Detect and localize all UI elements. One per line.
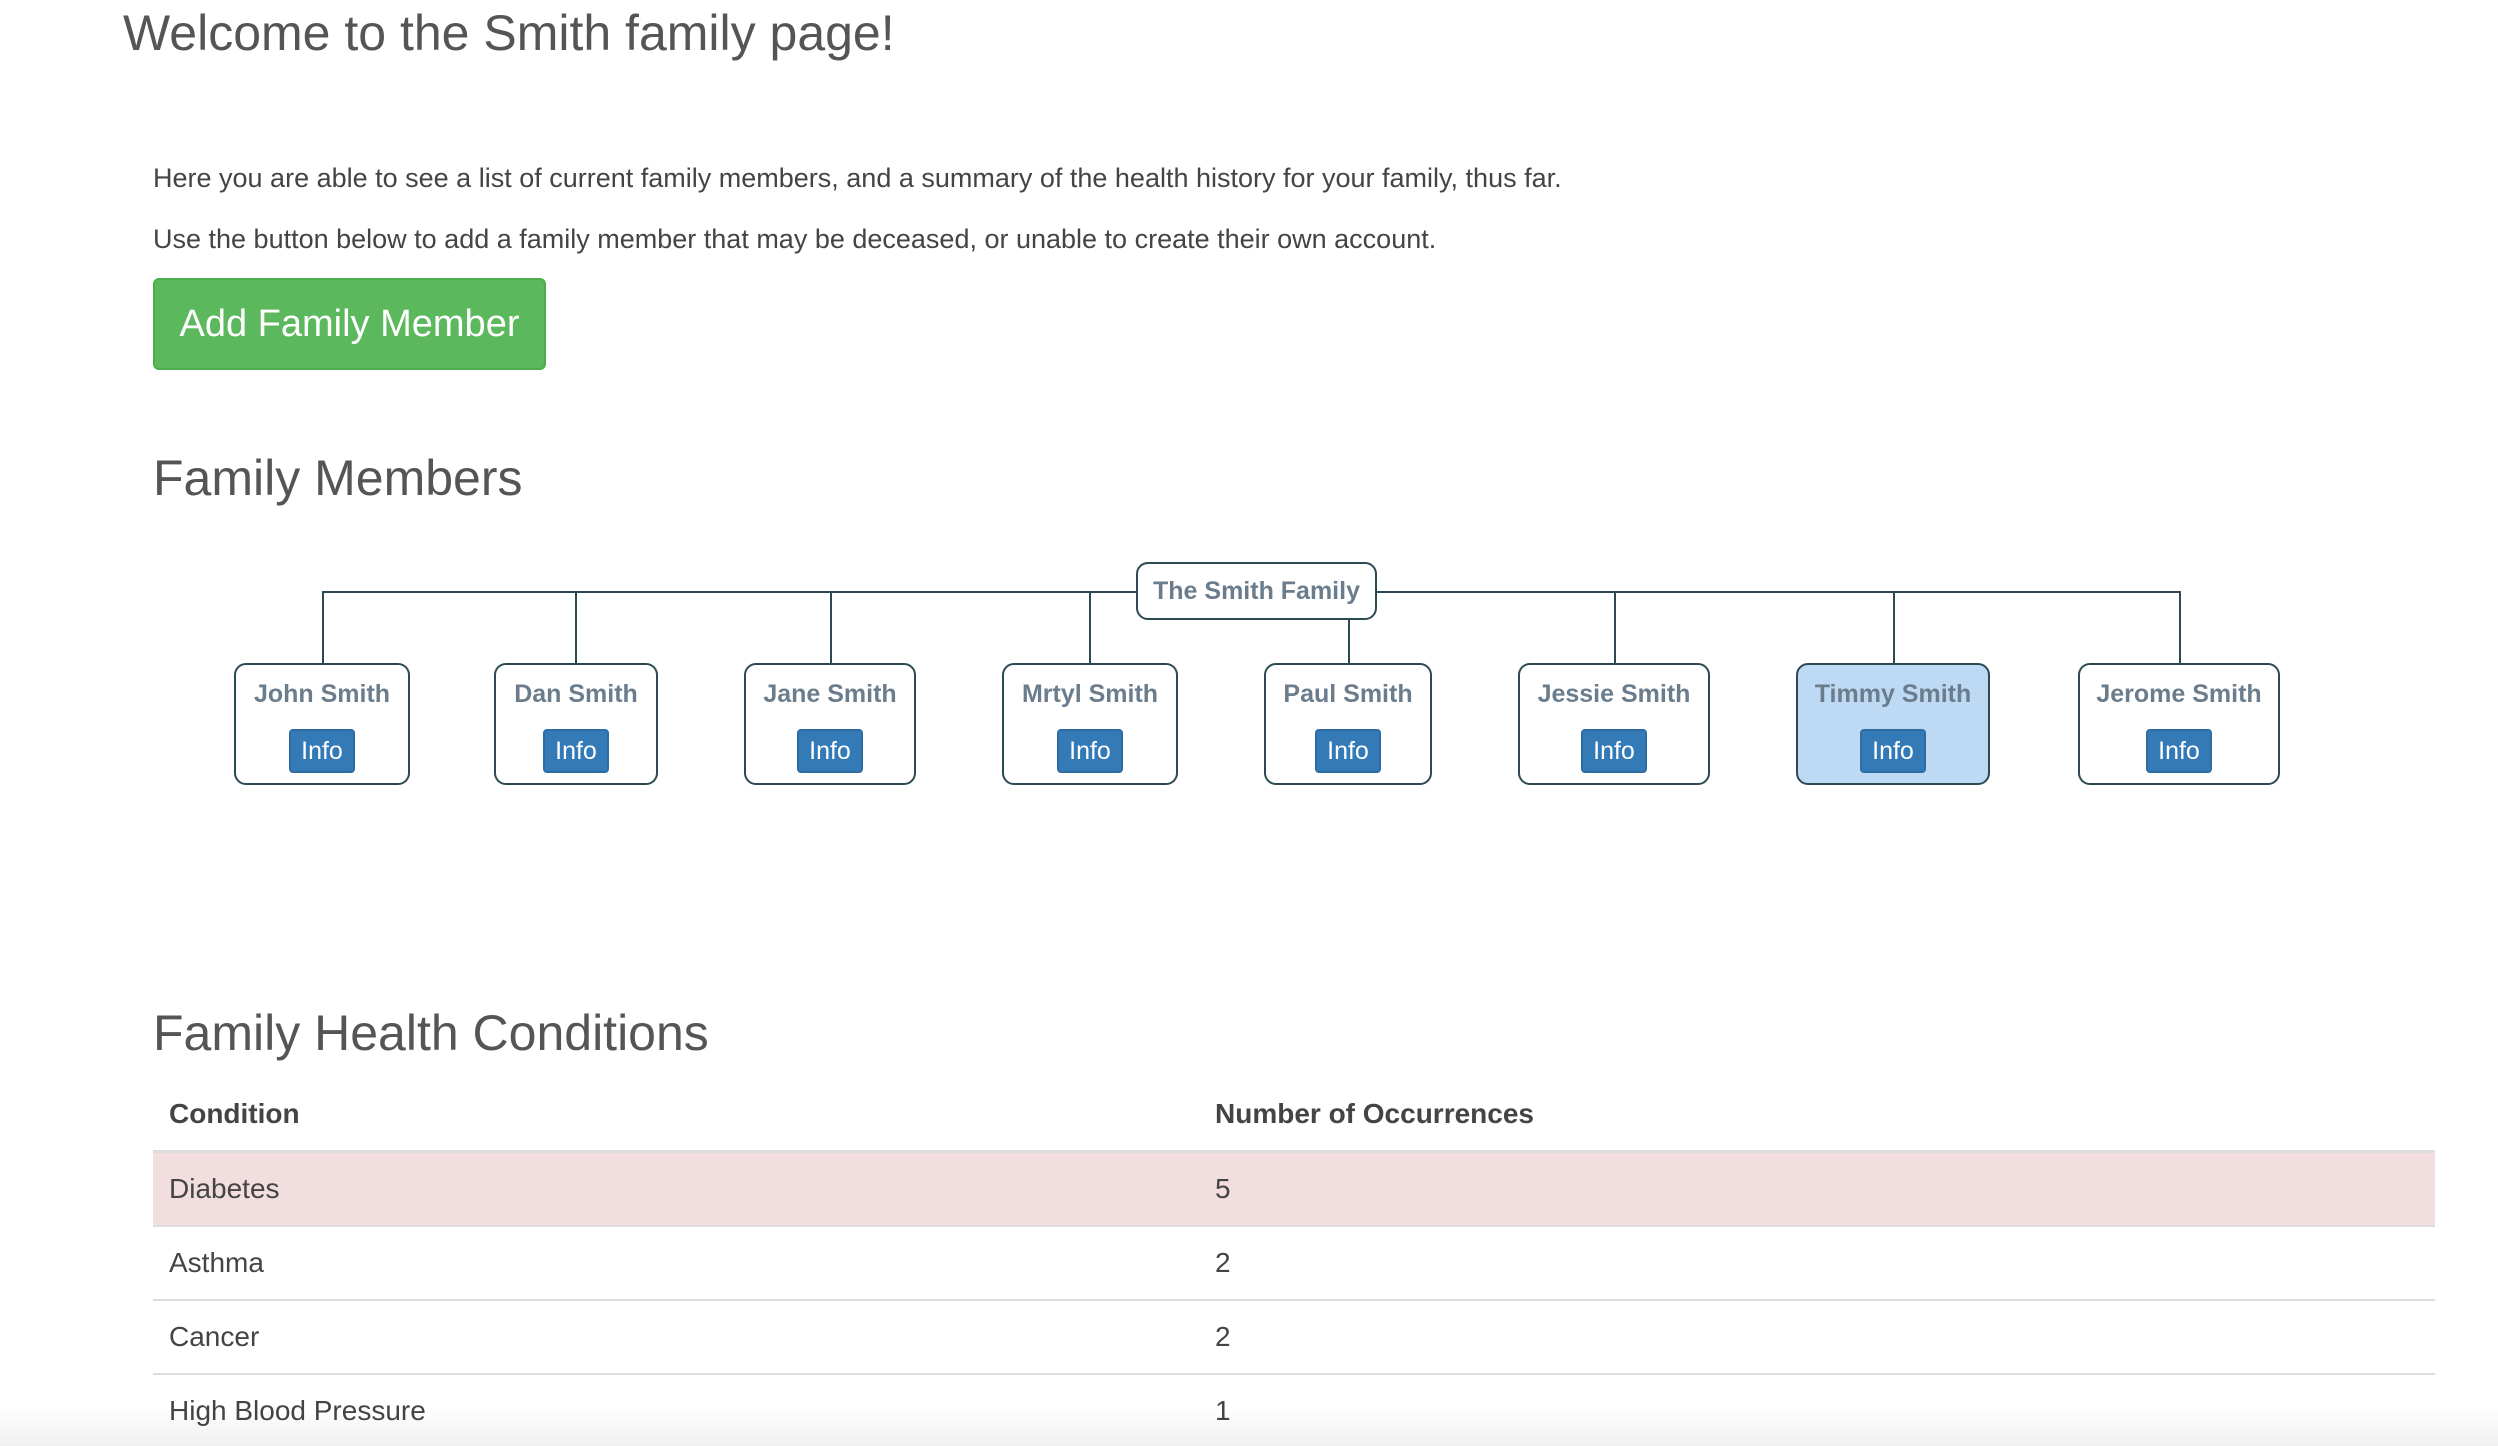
- tree-connector-vertical: [322, 591, 324, 663]
- member-name: Jerome Smith: [2096, 680, 2262, 708]
- member-name: Jessie Smith: [1537, 680, 1691, 708]
- member-info-button[interactable]: Info: [1057, 729, 1123, 773]
- occurrences-cell: 2: [1199, 1300, 2435, 1375]
- member-info-button[interactable]: Info: [1860, 729, 1926, 773]
- member-card-mrtyl-smith: Mrtyl Smith Info: [1002, 663, 1178, 785]
- member-card-jessie-smith: Jessie Smith Info: [1518, 663, 1710, 785]
- family-page: Welcome to the Smith family page! Here y…: [0, 0, 2498, 1446]
- member-info-button[interactable]: Info: [543, 729, 609, 773]
- table-row: Cancer 2: [153, 1300, 2435, 1375]
- tree-connector-vertical: [1348, 620, 1350, 663]
- column-header-condition: Condition: [153, 1078, 1199, 1153]
- tree-connector-vertical: [1614, 591, 1616, 663]
- member-info-button[interactable]: Info: [1581, 729, 1647, 773]
- member-info-button[interactable]: Info: [2146, 729, 2212, 773]
- member-info-button[interactable]: Info: [797, 729, 863, 773]
- table-header-row: Condition Number of Occurrences: [153, 1078, 2435, 1153]
- occurrences-cell: 5: [1199, 1151, 2435, 1227]
- member-name: Mrtyl Smith: [1021, 680, 1159, 708]
- member-card-jane-smith: Jane Smith Info: [744, 663, 916, 785]
- condition-cell: Diabetes: [153, 1151, 1199, 1227]
- health-conditions-title: Family Health Conditions: [153, 1005, 709, 1061]
- tree-connector-vertical: [1089, 591, 1091, 663]
- condition-cell: Asthma: [153, 1226, 1199, 1301]
- member-card-paul-smith: Paul Smith Info: [1264, 663, 1432, 785]
- condition-cell: High Blood Pressure: [153, 1374, 1199, 1446]
- column-header-occurrences: Number of Occurrences: [1199, 1078, 2435, 1153]
- tree-connector-vertical: [2179, 591, 2181, 663]
- member-name: Dan Smith: [514, 680, 638, 708]
- family-tree: The Smith Family John Smith Info Dan Smi…: [0, 0, 2498, 820]
- tree-connector-vertical: [830, 591, 832, 663]
- member-info-button[interactable]: Info: [1315, 729, 1381, 773]
- table-row: Diabetes 5: [153, 1151, 2435, 1227]
- health-conditions-table: Condition Number of Occurrences Diabetes…: [153, 1078, 2435, 1446]
- member-name: Timmy Smith: [1814, 680, 1972, 708]
- member-card-dan-smith: Dan Smith Info: [494, 663, 658, 785]
- family-root-node: The Smith Family: [1136, 562, 1377, 620]
- member-name: John Smith: [253, 680, 391, 708]
- tree-connector-vertical: [1893, 591, 1895, 663]
- tree-connector-vertical: [575, 591, 577, 663]
- member-card-john-smith: John Smith Info: [234, 663, 410, 785]
- occurrences-cell: 2: [1199, 1226, 2435, 1301]
- table-row: High Blood Pressure 1: [153, 1374, 2435, 1446]
- member-card-timmy-smith: Timmy Smith Info: [1796, 663, 1990, 785]
- condition-cell: Cancer: [153, 1300, 1199, 1375]
- member-name: Paul Smith: [1283, 680, 1413, 708]
- member-card-jerome-smith: Jerome Smith Info: [2078, 663, 2280, 785]
- member-info-button[interactable]: Info: [289, 729, 355, 773]
- table-row: Asthma 2: [153, 1226, 2435, 1301]
- occurrences-cell: 1: [1199, 1374, 2435, 1446]
- member-name: Jane Smith: [763, 680, 897, 708]
